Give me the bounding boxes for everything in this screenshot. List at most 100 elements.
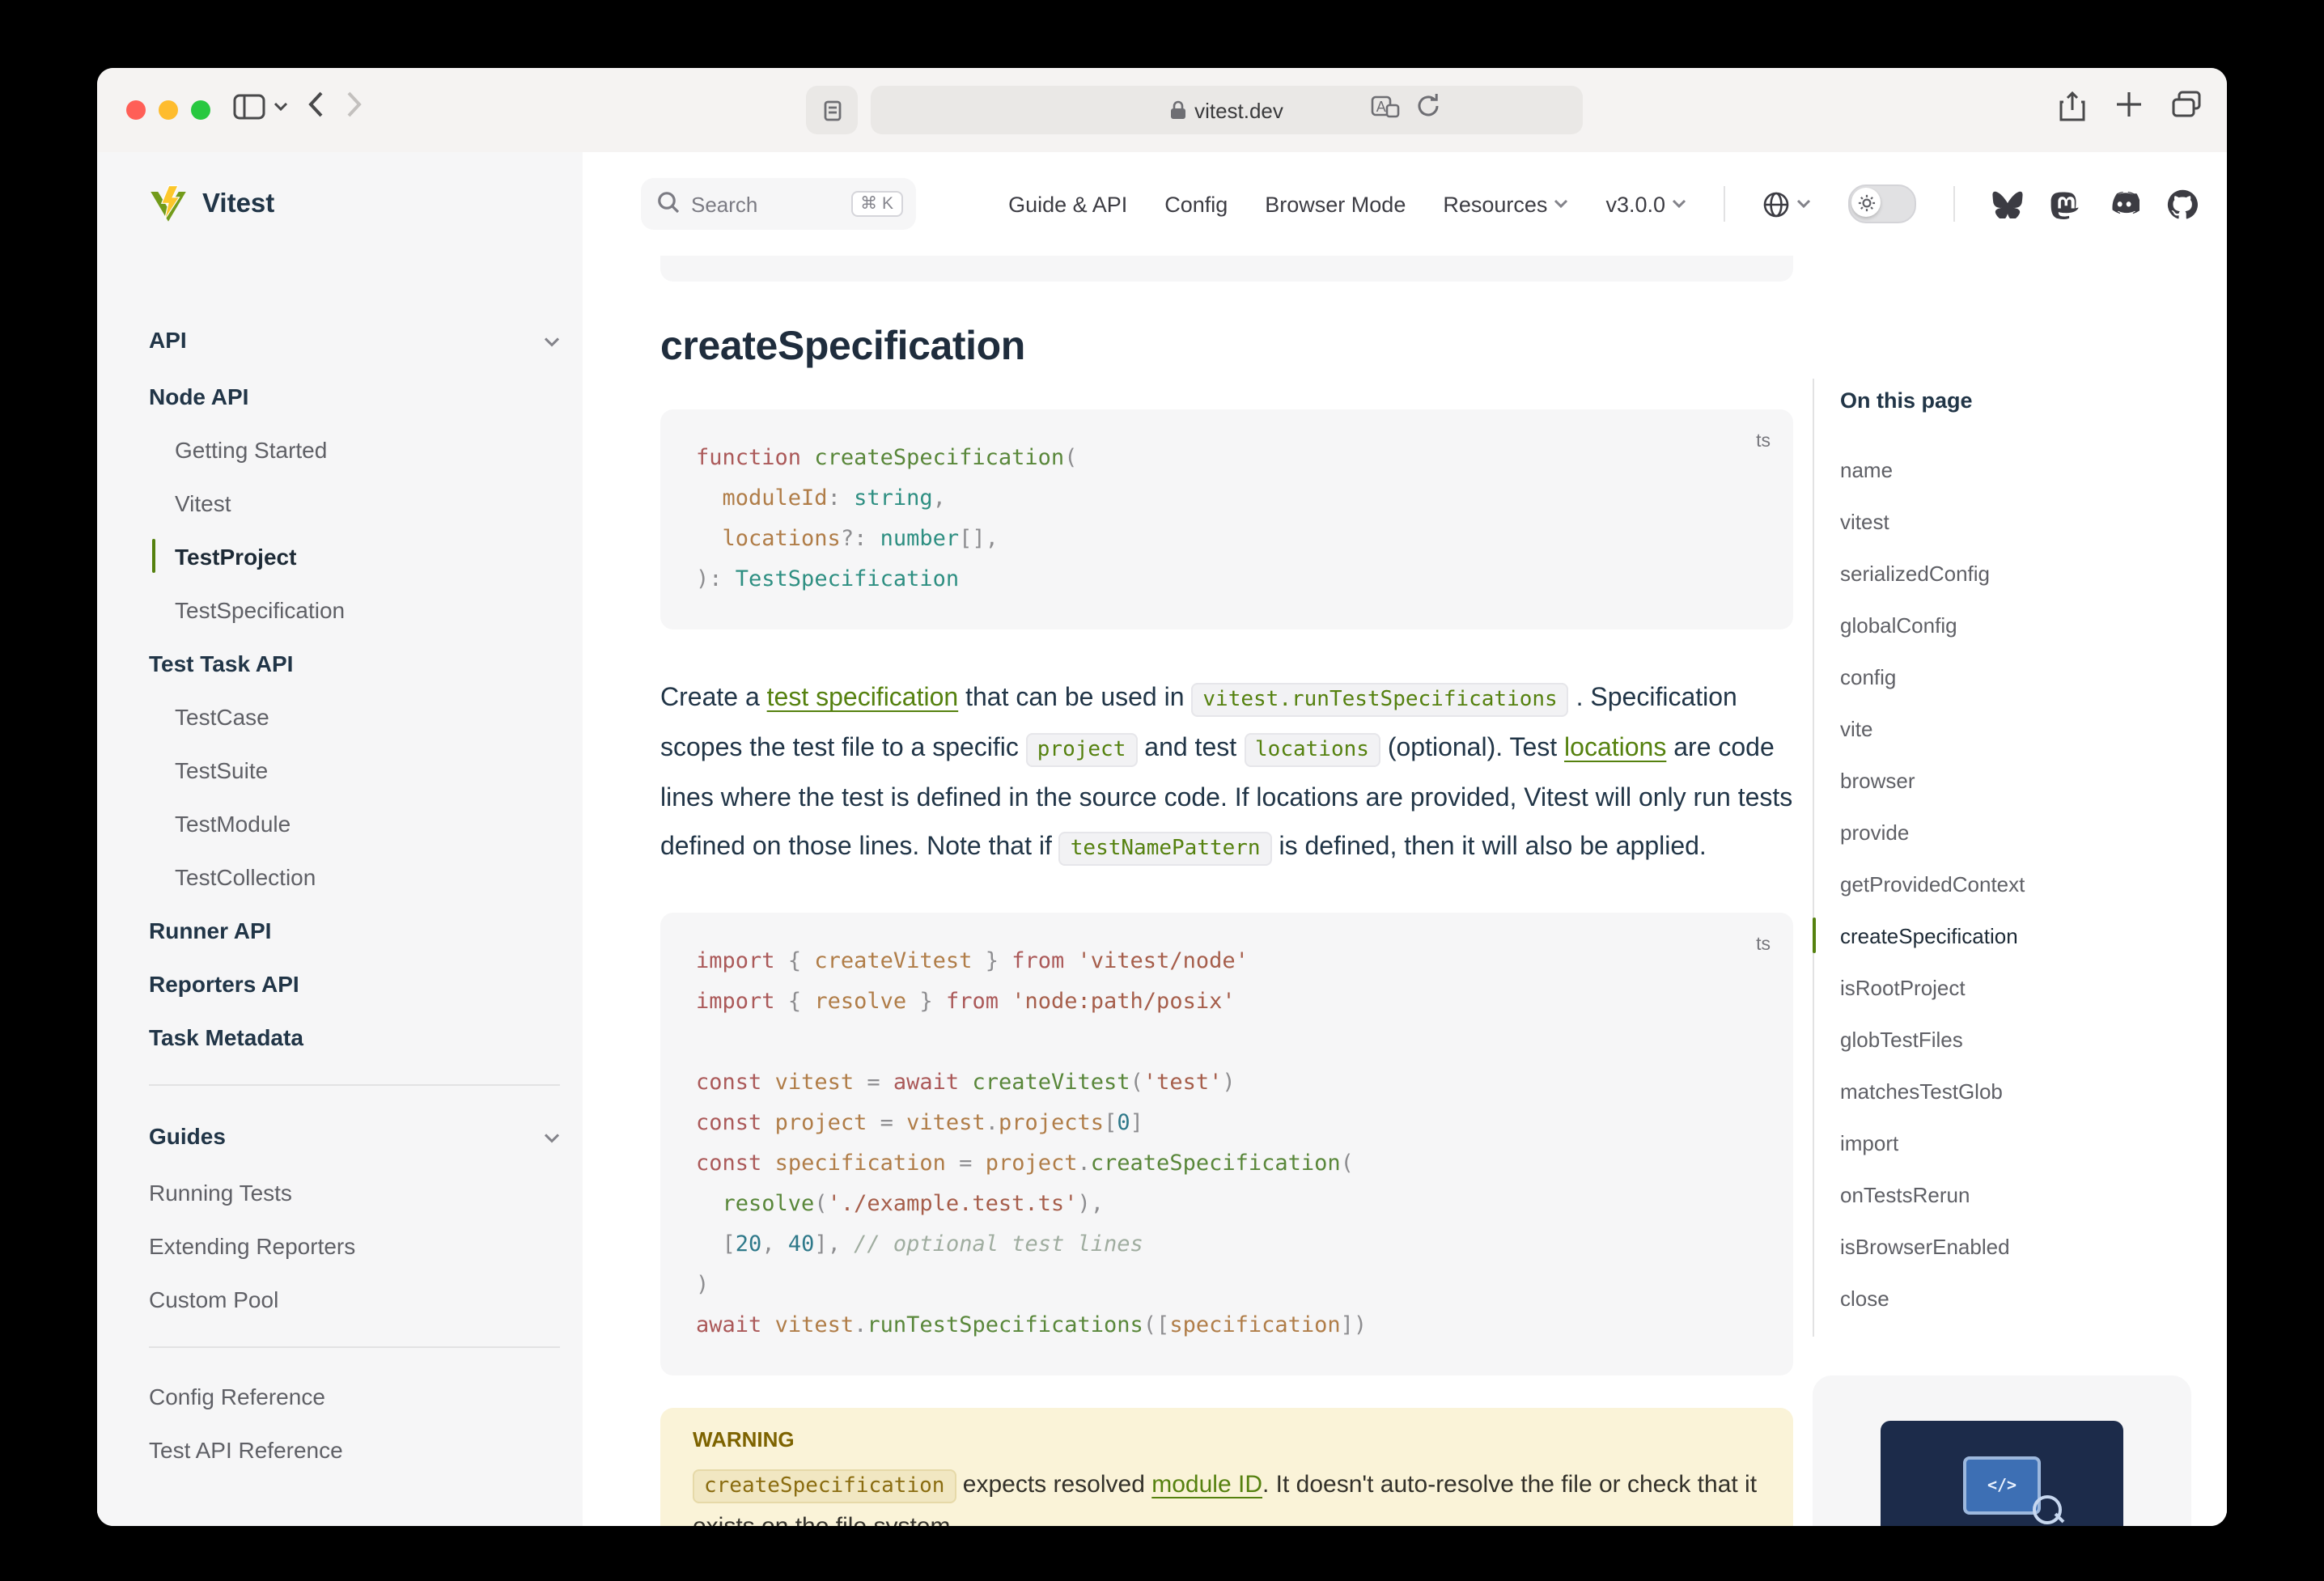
sidebar-item-testspecification[interactable]: TestSpecification: [149, 583, 560, 636]
outline-item-vite[interactable]: vite: [1840, 702, 2180, 754]
inline-link-module-id[interactable]: module ID: [1151, 1471, 1262, 1498]
code-line: resolve('./example.test.ts'),: [696, 1185, 1758, 1225]
page-settings-button[interactable]: [806, 86, 858, 134]
outline-active-marker: [1813, 918, 1816, 953]
code-monitor-icon: </>: [1963, 1456, 2041, 1515]
vitest-docs-page: Vitest APINode APIGetting StartedVitestT…: [97, 152, 2227, 1526]
outline-item-browser[interactable]: browser: [1840, 754, 2180, 806]
nav-browser-mode[interactable]: Browser Mode: [1265, 192, 1406, 216]
sidebar-item-label: Config Reference: [149, 1383, 325, 1409]
code-line: [20, 40], // optional test lines: [696, 1225, 1758, 1265]
social-links: [1992, 189, 2198, 219]
language-menu[interactable]: [1762, 190, 1811, 218]
github-icon[interactable]: [2167, 189, 2198, 219]
nav-guide-api[interactable]: Guide & API: [1008, 192, 1127, 216]
browser-chrome: vitest.dev A: [97, 68, 2227, 154]
bluesky-icon[interactable]: [1992, 190, 2023, 218]
outline-item-provide[interactable]: provide: [1840, 806, 2180, 858]
sidebar-item-custom-pool[interactable]: Custom Pool: [149, 1272, 560, 1325]
top-navigation: Guide & API Config Browser Mode Resource…: [1008, 184, 2227, 223]
inline-link-test-specification[interactable]: test specification: [767, 685, 959, 712]
nav-resources-dropdown[interactable]: Resources: [1443, 192, 1568, 216]
outline-item-vitest[interactable]: vitest: [1840, 495, 2180, 547]
site-title: Vitest: [202, 189, 274, 219]
svg-text:A: A: [1376, 99, 1386, 115]
new-tab-icon[interactable]: [2115, 91, 2143, 131]
nav-config[interactable]: Config: [1164, 192, 1228, 216]
outline-rail: [1813, 379, 1814, 1337]
tab-overview-icon[interactable]: [2172, 91, 2201, 131]
url-bar-area: vitest.dev A: [97, 86, 2227, 134]
sidebar-item-running-tests[interactable]: Running Tests: [149, 1165, 560, 1219]
search-placeholder: Search: [691, 192, 757, 216]
vitest-logo-icon: [149, 184, 188, 223]
screen: vitest.dev A: [0, 0, 2324, 1581]
sponsor-ad[interactable]: </>: [1813, 1375, 2191, 1526]
outline-item-ontestsrerun[interactable]: onTestsRerun: [1840, 1168, 2180, 1220]
sidebar-item-extending-reporters[interactable]: Extending Reporters: [149, 1219, 560, 1272]
chevron-down-icon: [1796, 199, 1811, 209]
sidebar-item-vitest[interactable]: Vitest: [149, 476, 560, 529]
nav-version-dropdown[interactable]: v3.0.0: [1605, 192, 1686, 216]
outline-item-matchestestglob[interactable]: matchesTestGlob: [1840, 1065, 2180, 1117]
sidebar-item-testcase[interactable]: TestCase: [149, 689, 560, 743]
sidebar-item-node-api[interactable]: Node API: [149, 369, 560, 422]
inline-code-locations[interactable]: locations: [1244, 733, 1380, 767]
site-logo[interactable]: Vitest: [149, 152, 274, 256]
description-paragraph: Create a test specification that can be …: [660, 675, 1793, 874]
outline-item-config[interactable]: config: [1840, 651, 2180, 702]
code-block-signature: ts function createSpecification( moduleI…: [660, 409, 1793, 629]
sidebar-item-label: Getting Started: [175, 436, 327, 462]
sidebar-item-reporters-api[interactable]: Reporters API: [149, 956, 560, 1010]
outline-item-serializedconfig[interactable]: serializedConfig: [1840, 547, 2180, 599]
sidebar-item-label: Guides: [149, 1123, 226, 1149]
outline-item-isrootproject[interactable]: isRootProject: [1840, 961, 2180, 1013]
sidebar-item-config-reference[interactable]: Config Reference: [149, 1369, 560, 1422]
discord-icon[interactable]: [2107, 191, 2140, 217]
sidebar-item-testproject[interactable]: TestProject: [149, 529, 560, 583]
sidebar-item-label: TestSpecification: [175, 596, 345, 622]
outline-item-import[interactable]: import: [1840, 1117, 2180, 1168]
share-icon[interactable]: [2059, 91, 2086, 131]
sidebar-item-runner-api[interactable]: Runner API: [149, 903, 560, 956]
mastodon-icon[interactable]: [2050, 189, 2080, 219]
code-line: moduleId: string,: [696, 479, 1758, 519]
sidebar-item-api[interactable]: API: [149, 311, 560, 369]
code-line: const vitest = await createVitest('test'…: [696, 1063, 1758, 1104]
chevron-down-icon: [544, 1123, 560, 1149]
outline-item-globtestfiles[interactable]: globTestFiles: [1840, 1013, 2180, 1065]
sidebar-item-test-api-reference[interactable]: Test API Reference: [149, 1422, 560, 1476]
code-line: await vitest.runTestSpecifications([spec…: [696, 1306, 1758, 1346]
outline-item-createspecification[interactable]: createSpecification: [1840, 909, 2180, 961]
sidebar-item-guides[interactable]: Guides: [149, 1107, 560, 1165]
outline-item-name[interactable]: name: [1840, 443, 2180, 495]
sidebar-item-label: TestSuite: [175, 757, 268, 782]
sidebar-item-testsuite[interactable]: TestSuite: [149, 743, 560, 796]
inline-code-testnamepattern[interactable]: testNamePattern: [1059, 832, 1272, 866]
outline-title: On this page: [1840, 388, 1973, 413]
sidebar-item-testcollection[interactable]: TestCollection: [149, 850, 560, 903]
sidebar-item-testmodule[interactable]: TestModule: [149, 796, 560, 850]
warning-text: createSpecification expects resolved mod…: [693, 1464, 1761, 1526]
code-line: ): TestSpecification: [696, 560, 1758, 600]
code-line: import { createVitest } from 'vitest/nod…: [696, 942, 1758, 982]
search-input[interactable]: Search ⌘ K: [641, 178, 916, 230]
outline-item-isbrowserenabled[interactable]: isBrowserEnabled: [1840, 1220, 2180, 1272]
divider: [1724, 186, 1725, 222]
code-line: locations?: number[],: [696, 519, 1758, 560]
reload-icon[interactable]: [1416, 92, 1440, 129]
outline-item-close[interactable]: close: [1840, 1272, 2180, 1324]
sidebar-item-getting-started[interactable]: Getting Started: [149, 422, 560, 476]
translate-icon[interactable]: A: [1371, 92, 1400, 129]
outline-item-globalconfig[interactable]: globalConfig: [1840, 599, 2180, 651]
safari-window: vitest.dev A: [97, 68, 2227, 1526]
outline-item-getprovidedcontext[interactable]: getProvidedContext: [1840, 858, 2180, 909]
theme-toggle[interactable]: [1848, 184, 1916, 223]
sidebar: Vitest APINode APIGetting StartedVitestT…: [97, 152, 583, 1526]
inline-code-project[interactable]: project: [1026, 733, 1138, 767]
inline-code-vitest-runtestspecifications[interactable]: vitest.runTestSpecifications: [1191, 683, 1568, 717]
sidebar-item-task-metadata[interactable]: Task Metadata: [149, 1010, 560, 1063]
sidebar-item-test-task-api[interactable]: Test Task API: [149, 636, 560, 689]
address-bar[interactable]: vitest.dev: [871, 86, 1583, 134]
inline-link-locations[interactable]: locations: [1564, 735, 1666, 762]
